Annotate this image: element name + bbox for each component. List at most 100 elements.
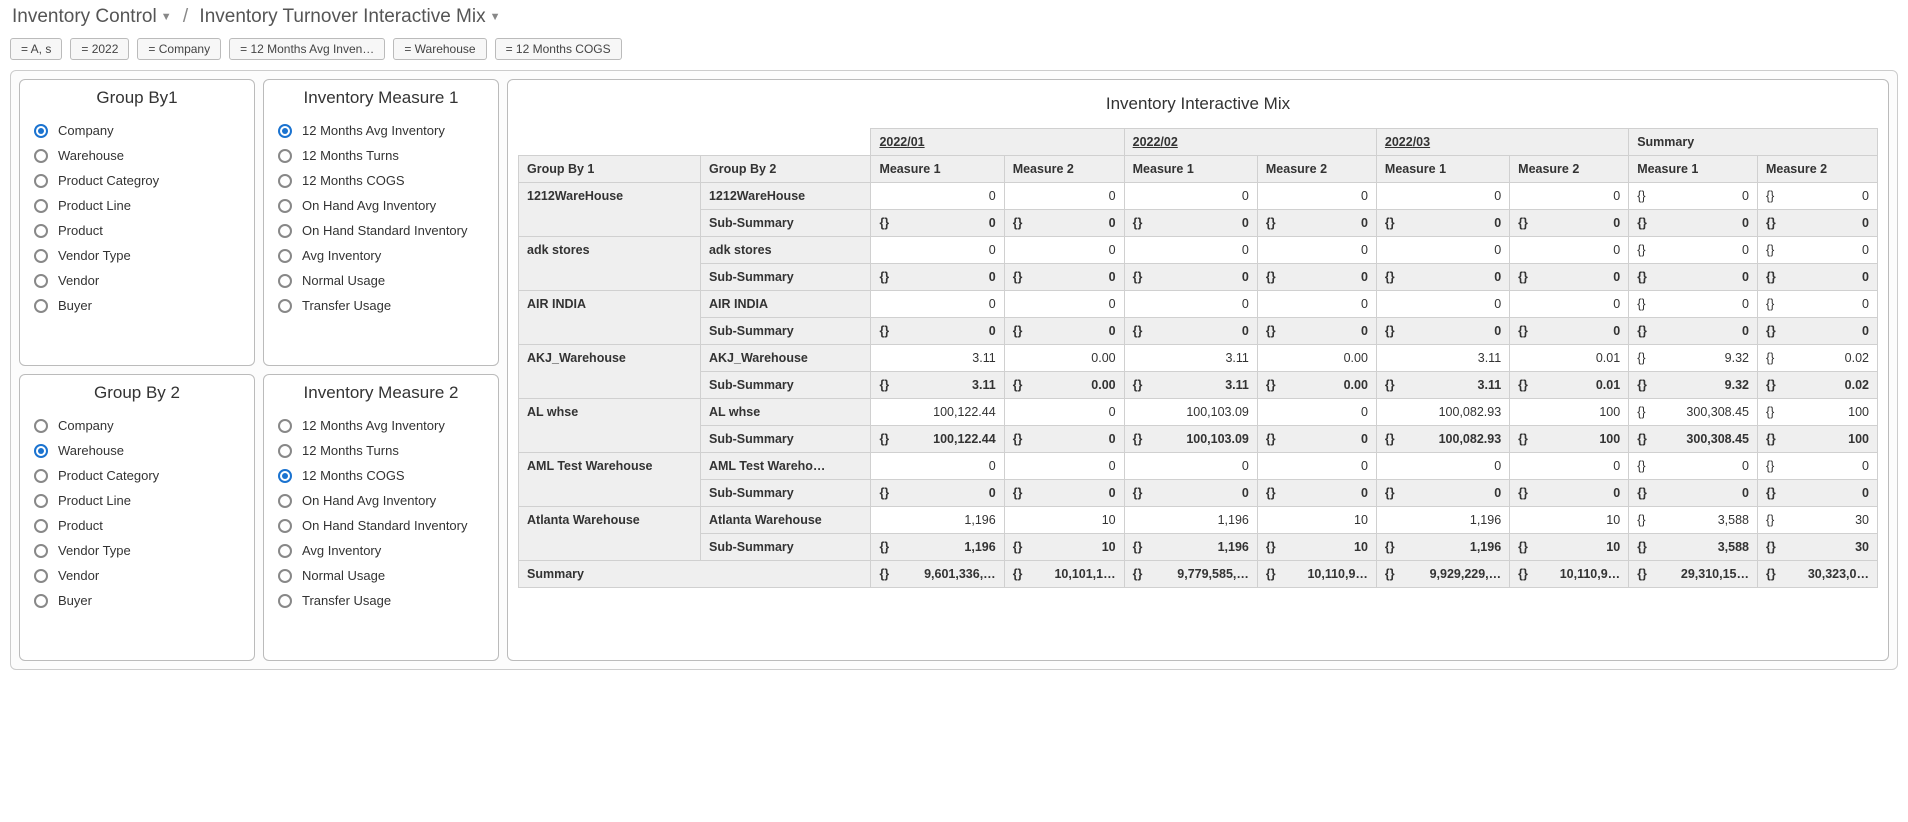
radio-option[interactable]: Vendor Type [20, 538, 254, 563]
radio-option[interactable]: Buyer [20, 588, 254, 613]
radio-label: Vendor [58, 568, 99, 583]
radio-option[interactable]: Transfer Usage [264, 588, 498, 613]
filter-chip[interactable]: = Company [137, 38, 221, 60]
radio-icon [34, 444, 48, 458]
radio-option[interactable]: On Hand Avg Inventory [264, 193, 498, 218]
value-cell: {}100,103.09 [1124, 426, 1257, 453]
filter-chip[interactable]: = 12 Months COGS [495, 38, 622, 60]
breadcrumb-root[interactable]: Inventory Control ▼ [12, 6, 172, 28]
sub-summary-label: Sub-Summary [700, 264, 870, 291]
value-cell: 0 [1004, 399, 1124, 426]
radio-option[interactable]: On Hand Avg Inventory [264, 488, 498, 513]
value-cell: {}0 [1629, 264, 1758, 291]
col-header: Group By 1 [519, 156, 701, 183]
radio-option[interactable]: 12 Months Turns [264, 438, 498, 463]
value-cell: {}1,196 [1376, 534, 1509, 561]
radio-option[interactable]: Company [20, 118, 254, 143]
chevron-down-icon: ▼ [490, 11, 501, 23]
value-cell: {}0 [1124, 318, 1257, 345]
value-cell: {}0 [1629, 291, 1758, 318]
value-cell: {}0 [1629, 210, 1758, 237]
sub-summary-label: Sub-Summary [700, 210, 870, 237]
radio-icon [278, 174, 292, 188]
period-header[interactable]: 2022/02 [1124, 129, 1376, 156]
radio-option[interactable]: Product Category [20, 463, 254, 488]
radio-option[interactable]: Product [20, 218, 254, 243]
radio-option[interactable]: Avg Inventory [264, 538, 498, 563]
radio-option[interactable]: 12 Months Avg Inventory [264, 118, 498, 143]
radio-option[interactable]: 12 Months Avg Inventory [264, 413, 498, 438]
radio-option[interactable]: Vendor [20, 268, 254, 293]
value-cell: 3.11 [1376, 345, 1509, 372]
radio-option[interactable]: Transfer Usage [264, 293, 498, 318]
radio-icon [34, 224, 48, 238]
radio-option[interactable]: Product Line [20, 193, 254, 218]
radio-label: 12 Months Turns [302, 148, 399, 163]
value-cell: 0 [1510, 183, 1629, 210]
radio-option[interactable]: 12 Months COGS [264, 463, 498, 488]
radio-icon [278, 444, 292, 458]
radio-option[interactable]: Product Categroy [20, 168, 254, 193]
value-cell: {}0 [1124, 480, 1257, 507]
value-cell: 1,196 [871, 507, 1004, 534]
radio-option[interactable]: 12 Months COGS [264, 168, 498, 193]
radio-icon [278, 274, 292, 288]
sub-summary-label: Sub-Summary [700, 426, 870, 453]
breadcrumb-page[interactable]: Inventory Turnover Interactive Mix ▼ [199, 6, 500, 28]
radio-option[interactable]: Product [20, 513, 254, 538]
workspace: Group By1 CompanyWarehouseProduct Categr… [10, 70, 1898, 670]
filter-chip[interactable]: = Warehouse [393, 38, 486, 60]
panel-body[interactable]: 12 Months Avg Inventory 12 Months Turns 12… [264, 114, 498, 365]
radio-option[interactable]: Buyer [20, 293, 254, 318]
radio-label: Product Line [58, 198, 131, 213]
radio-option[interactable]: 12 Months Turns [264, 143, 498, 168]
radio-icon [278, 124, 292, 138]
value-cell: 0.00 [1004, 345, 1124, 372]
radio-label: On Hand Standard Inventory [302, 518, 468, 533]
col-header: Measure 1 [1124, 156, 1257, 183]
radio-option[interactable]: On Hand Standard Inventory [264, 513, 498, 538]
radio-option[interactable]: Warehouse [20, 143, 254, 168]
radio-option[interactable]: Normal Usage [264, 563, 498, 588]
radio-icon [34, 594, 48, 608]
radio-option[interactable]: Warehouse [20, 438, 254, 463]
radio-option[interactable]: Avg Inventory [264, 243, 498, 268]
value-cell: 0 [1124, 453, 1257, 480]
radio-option[interactable]: Product Line [20, 488, 254, 513]
value-cell: 10 [1510, 507, 1629, 534]
panel-body[interactable]: CompanyWarehouseProduct Categroy Product … [20, 114, 254, 365]
value-cell: {}300,308.45 [1629, 426, 1758, 453]
panel-body[interactable]: 12 Months Avg Inventory12 Months Turns12… [264, 409, 498, 660]
group-by-2-cell: AML Test Wareho… [700, 453, 870, 480]
value-cell: {}100,082.93 [1376, 426, 1509, 453]
radio-label: Product [58, 223, 103, 238]
group-by-1-cell: Atlanta Warehouse [519, 507, 701, 561]
value-cell: {}9,779,585,… [1124, 561, 1257, 588]
table-scroll[interactable]: 2022/012022/022022/03SummaryGroup By 1Gr… [518, 128, 1878, 650]
value-cell: {}300,308.45 [1629, 399, 1758, 426]
panel-title: Inventory Measure 2 [264, 375, 498, 409]
col-header: Measure 2 [1510, 156, 1629, 183]
radio-icon [278, 249, 292, 263]
panel-body[interactable]: CompanyWarehouseProduct CategoryProduct … [20, 409, 254, 660]
value-cell: {}3,588 [1629, 507, 1758, 534]
radio-option[interactable]: Vendor Type [20, 243, 254, 268]
value-cell: {}0 [1629, 237, 1758, 264]
value-cell: {}0 [871, 210, 1004, 237]
period-header[interactable]: 2022/03 [1376, 129, 1628, 156]
radio-option[interactable]: On Hand Standard Inventory [264, 218, 498, 243]
period-header[interactable]: 2022/01 [871, 129, 1124, 156]
grand-summary-label: Summary [519, 561, 871, 588]
main-panel: Inventory Interactive Mix 2022/012022/02… [507, 79, 1889, 661]
radio-option[interactable]: Vendor [20, 563, 254, 588]
radio-option[interactable]: Company [20, 413, 254, 438]
sub-summary-label: Sub-Summary [700, 372, 870, 399]
filter-chip[interactable]: = 2022 [70, 38, 129, 60]
filter-chip[interactable]: = A, s [10, 38, 62, 60]
filter-chip[interactable]: = 12 Months Avg Inven… [229, 38, 385, 60]
radio-option[interactable]: Normal Usage [264, 268, 498, 293]
value-cell: 0 [1124, 183, 1257, 210]
radio-label: Transfer Usage [302, 593, 391, 608]
radio-label: Normal Usage [302, 568, 385, 583]
value-cell: 0 [1510, 237, 1629, 264]
